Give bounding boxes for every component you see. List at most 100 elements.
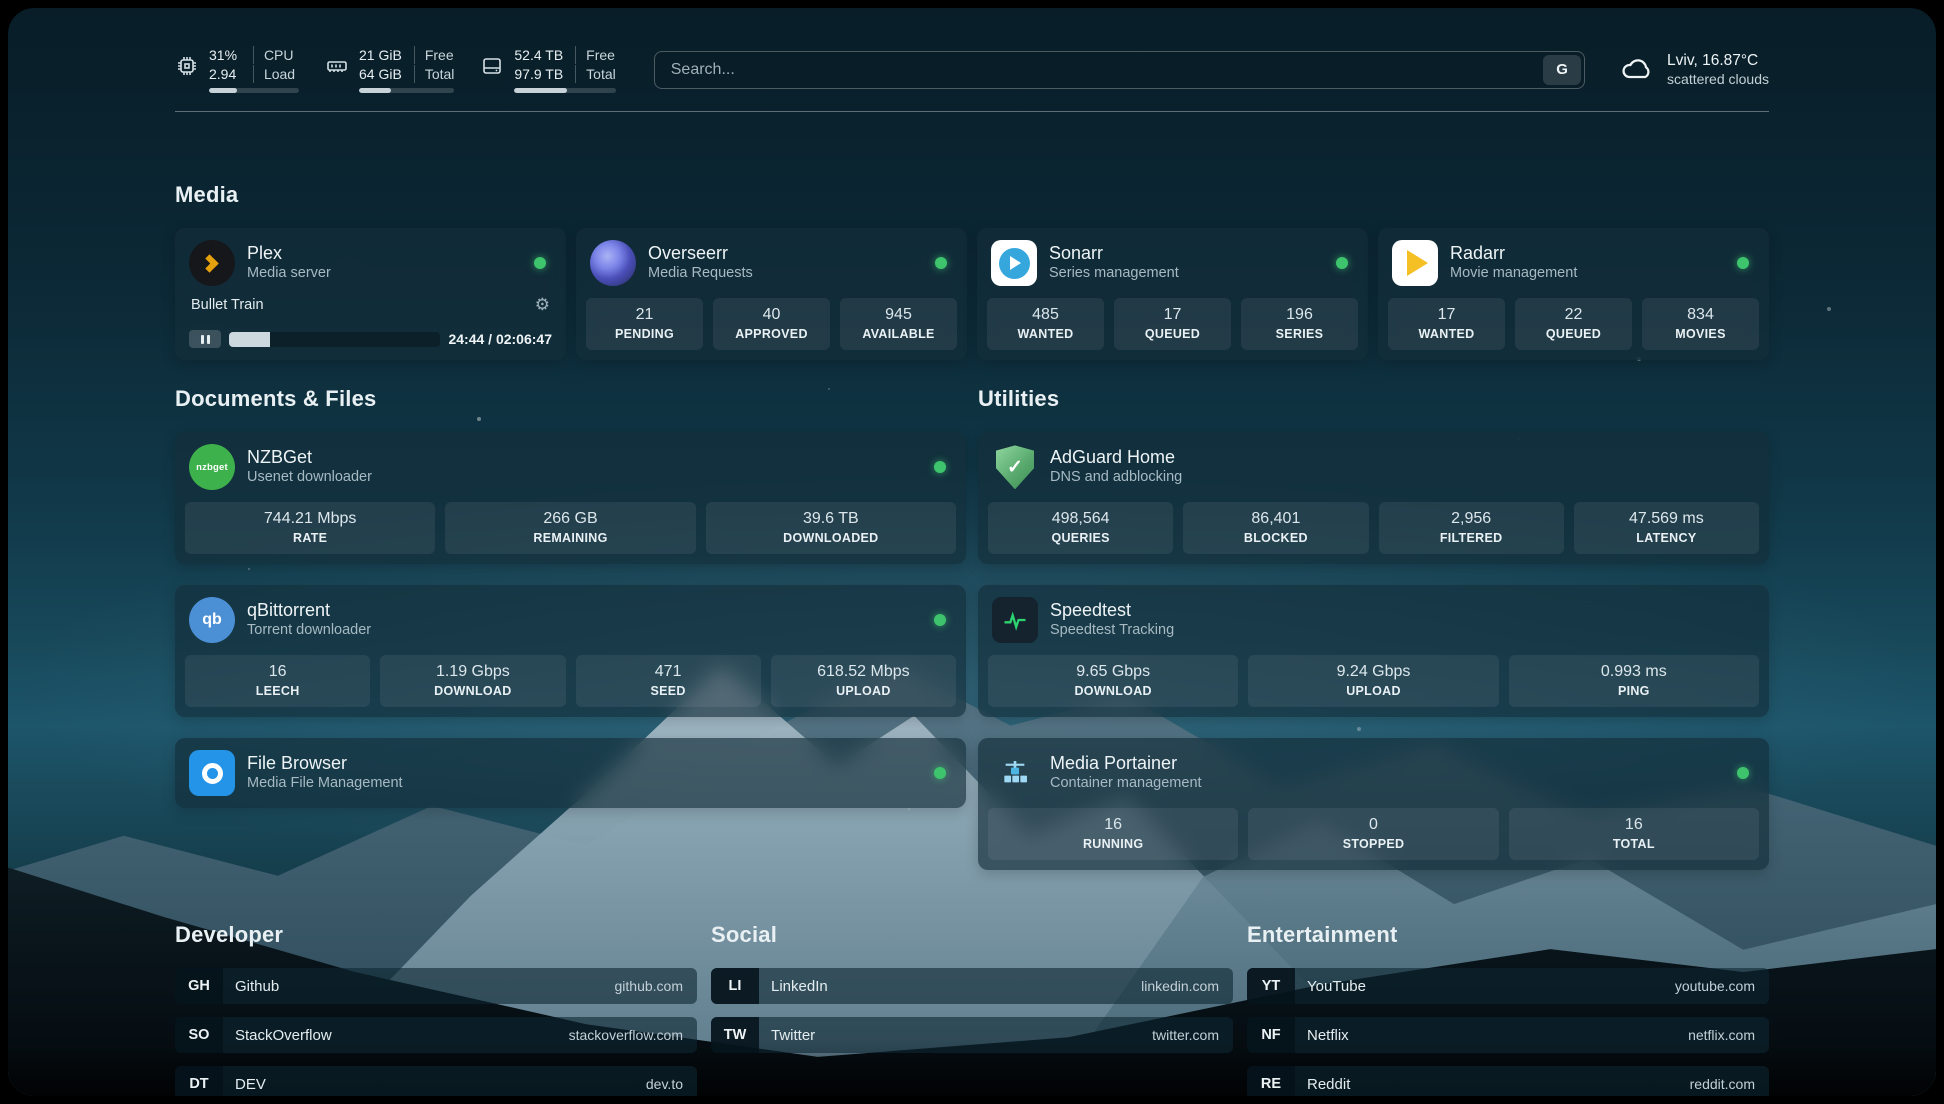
- bookmark-github[interactable]: GH Github github.com: [175, 968, 697, 1004]
- app-subtitle: Speedtest Tracking: [1050, 621, 1174, 641]
- stat-seed: 471 SEED: [576, 655, 761, 707]
- bookmark-reddit[interactable]: RE Reddit reddit.com: [1247, 1066, 1769, 1096]
- playback-time: 24:44 / 02:06:47: [448, 331, 552, 347]
- app-subtitle: Usenet downloader: [247, 468, 372, 488]
- portainer-crane-icon: [992, 750, 1038, 796]
- cpu-progress-bar: [209, 88, 299, 93]
- documents-section-title: Documents & Files: [175, 386, 966, 412]
- bookmark-name: Github: [223, 978, 279, 995]
- adguard-shield-icon: ✓: [992, 444, 1038, 490]
- stat-running: 16 RUNNING: [988, 808, 1238, 860]
- status-dot: [935, 257, 947, 269]
- stat-queries: 498,564 QUERIES: [988, 502, 1173, 554]
- memory-progress-bar: [359, 88, 454, 93]
- stat-blocked: 86,401 BLOCKED: [1183, 502, 1368, 554]
- bookmark-linkedin[interactable]: LI LinkedIn linkedin.com: [711, 968, 1233, 1004]
- app-subtitle: Media Requests: [648, 264, 753, 284]
- stat-stopped: 0 STOPPED: [1248, 808, 1498, 860]
- stat-approved: 40 APPROVED: [713, 298, 830, 350]
- section-documents: Documents & Files nzbget NZBGet Usenet d…: [175, 386, 966, 808]
- status-dot: [1737, 257, 1749, 269]
- bookmark-url: netflix.com: [1688, 1027, 1769, 1043]
- section-media: Media Plex Media server: [175, 182, 1769, 360]
- cloud-icon: [1619, 56, 1655, 83]
- app-name: File Browser: [247, 753, 403, 775]
- utilities-section-title: Utilities: [978, 386, 1769, 412]
- memory-widget: 21 GiB Free 64 GiB Total: [325, 46, 454, 93]
- bookmark-name: LinkedIn: [759, 978, 828, 995]
- search-bar: G: [654, 51, 1585, 89]
- search-input[interactable]: [654, 51, 1585, 89]
- bookmark-dev[interactable]: DT DEV dev.to: [175, 1066, 697, 1096]
- stat-wanted: 485 WANTED: [987, 298, 1104, 350]
- bookmark-url: github.com: [615, 978, 697, 994]
- app-name: AdGuard Home: [1050, 447, 1182, 469]
- overseerr-card[interactable]: Overseerr Media Requests 21 PENDING: [576, 228, 967, 360]
- bookmark-name: Twitter: [759, 1027, 815, 1044]
- bookmark-youtube[interactable]: YT YouTube youtube.com: [1247, 968, 1769, 1004]
- sonarr-card[interactable]: Sonarr Series management 485 WANTED: [977, 228, 1368, 360]
- cpu-load-value: 2.94: [209, 65, 241, 83]
- status-dot: [534, 257, 546, 269]
- bookmark-name: Netflix: [1295, 1027, 1349, 1044]
- cpu-percent: 31%: [209, 46, 241, 64]
- status-dot: [934, 614, 946, 626]
- bookmark-name: Reddit: [1295, 1076, 1350, 1093]
- plex-card[interactable]: Plex Media server Bullet Train ⚙: [175, 228, 566, 360]
- now-playing-title: Bullet Train: [191, 297, 264, 313]
- bookmark-name: DEV: [223, 1076, 266, 1093]
- gear-icon[interactable]: ⚙: [535, 296, 550, 313]
- memory-total-label: Total: [414, 65, 455, 83]
- plex-icon: [189, 240, 235, 286]
- app-name: Sonarr: [1049, 243, 1179, 265]
- adguard-card[interactable]: ✓ AdGuard Home DNS and adblocking 498,56…: [978, 432, 1769, 564]
- bookmark-stackoverflow[interactable]: SO StackOverflow stackoverflow.com: [175, 1017, 697, 1053]
- app-name: Overseerr: [648, 243, 753, 265]
- filebrowser-card[interactable]: File Browser Media File Management: [175, 738, 966, 808]
- window-frame: 31% CPU 2.94 Load: [0, 0, 1944, 1104]
- stat-available: 945 AVAILABLE: [840, 298, 957, 350]
- nzbget-card[interactable]: nzbget NZBGet Usenet downloader 744.21 M…: [175, 432, 966, 564]
- social-section-title: Social: [711, 922, 1233, 948]
- app-name: Plex: [247, 243, 331, 265]
- nzbget-icon: nzbget: [189, 444, 235, 490]
- disk-total-value: 97.9 TB: [514, 65, 563, 83]
- memory-icon: [325, 54, 349, 78]
- app-name: Speedtest: [1050, 600, 1174, 622]
- bookmark-abbr: YT: [1247, 968, 1295, 1004]
- section-developer: Developer GH Github github.com SO StackO…: [175, 922, 697, 1096]
- disk-total-label: Total: [575, 65, 616, 83]
- dashboard-page: 31% CPU 2.94 Load: [8, 8, 1936, 1096]
- pause-button[interactable]: [189, 330, 221, 348]
- radarr-card[interactable]: Radarr Movie management 17 WANTED 2: [1378, 228, 1769, 360]
- stat-movies: 834 MOVIES: [1642, 298, 1759, 350]
- bookmark-twitter[interactable]: TW Twitter twitter.com: [711, 1017, 1233, 1053]
- playback-progress-bar[interactable]: [229, 332, 440, 347]
- memory-total-value: 64 GiB: [359, 65, 402, 83]
- portainer-card[interactable]: Media Portainer Container management 16 …: [978, 738, 1769, 870]
- status-dot: [934, 461, 946, 473]
- filebrowser-icon: [189, 750, 235, 796]
- status-dot: [1336, 257, 1348, 269]
- stat-latency: 47.569 ms LATENCY: [1574, 502, 1759, 554]
- app-subtitle: Media server: [247, 264, 331, 284]
- app-subtitle: Series management: [1049, 264, 1179, 284]
- speedtest-card[interactable]: Speedtest Speedtest Tracking 9.65 Gbps D…: [978, 585, 1769, 717]
- stat-series: 196 SERIES: [1241, 298, 1358, 350]
- qbittorrent-card[interactable]: qb qBittorrent Torrent downloader 16: [175, 585, 966, 717]
- stat-filtered: 2,956 FILTERED: [1379, 502, 1564, 554]
- stat-download: 1.19 Gbps DOWNLOAD: [380, 655, 565, 707]
- search-provider-button[interactable]: G: [1543, 55, 1581, 85]
- overseerr-icon: [590, 240, 636, 286]
- app-subtitle: DNS and adblocking: [1050, 468, 1182, 488]
- status-dot: [1737, 767, 1749, 779]
- section-utilities: Utilities ✓ AdGuard Home DNS and adblock…: [978, 386, 1769, 870]
- app-name: NZBGet: [247, 447, 372, 469]
- entertainment-section-title: Entertainment: [1247, 922, 1769, 948]
- bookmark-url: twitter.com: [1152, 1027, 1233, 1043]
- disk-free-value: 52.4 TB: [514, 46, 563, 64]
- bookmark-url: stackoverflow.com: [569, 1027, 697, 1043]
- stat-remaining: 266 GB REMAINING: [445, 502, 695, 554]
- bookmark-netflix[interactable]: NF Netflix netflix.com: [1247, 1017, 1769, 1053]
- stat-upload: 9.24 Gbps UPLOAD: [1248, 655, 1498, 707]
